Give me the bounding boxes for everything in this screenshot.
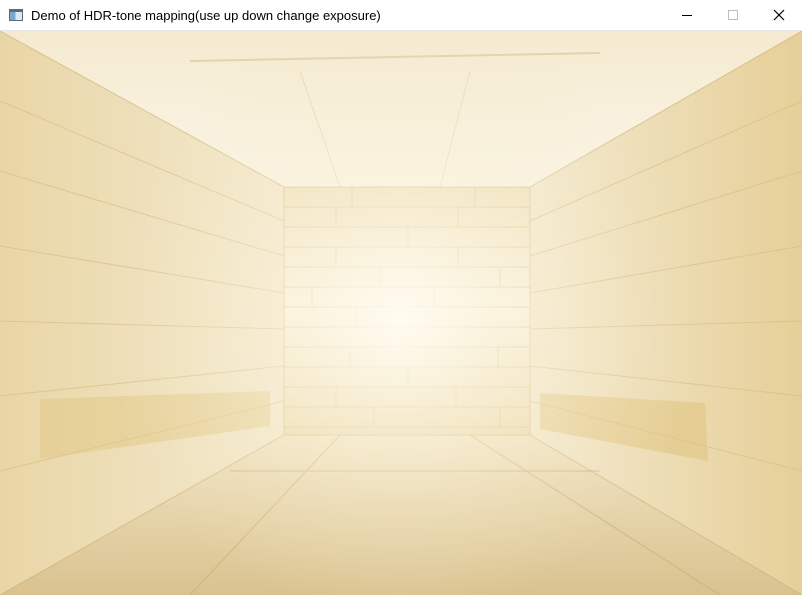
maximize-button[interactable] [710,0,756,31]
close-icon [773,9,785,21]
close-button[interactable] [756,0,802,31]
window-title: Demo of HDR-tone mapping(use up down cha… [31,7,381,23]
maximize-icon [728,10,738,20]
render-viewport[interactable] [0,31,802,595]
app-window-icon [9,9,23,21]
title-bar[interactable]: Demo of HDR-tone mapping(use up down cha… [0,0,802,31]
app-window: Demo of HDR-tone mapping(use up down cha… [0,0,802,595]
window-controls [664,0,802,31]
minimize-button[interactable] [664,0,710,31]
minimize-icon [682,15,692,16]
wooden-room-render [0,31,802,595]
